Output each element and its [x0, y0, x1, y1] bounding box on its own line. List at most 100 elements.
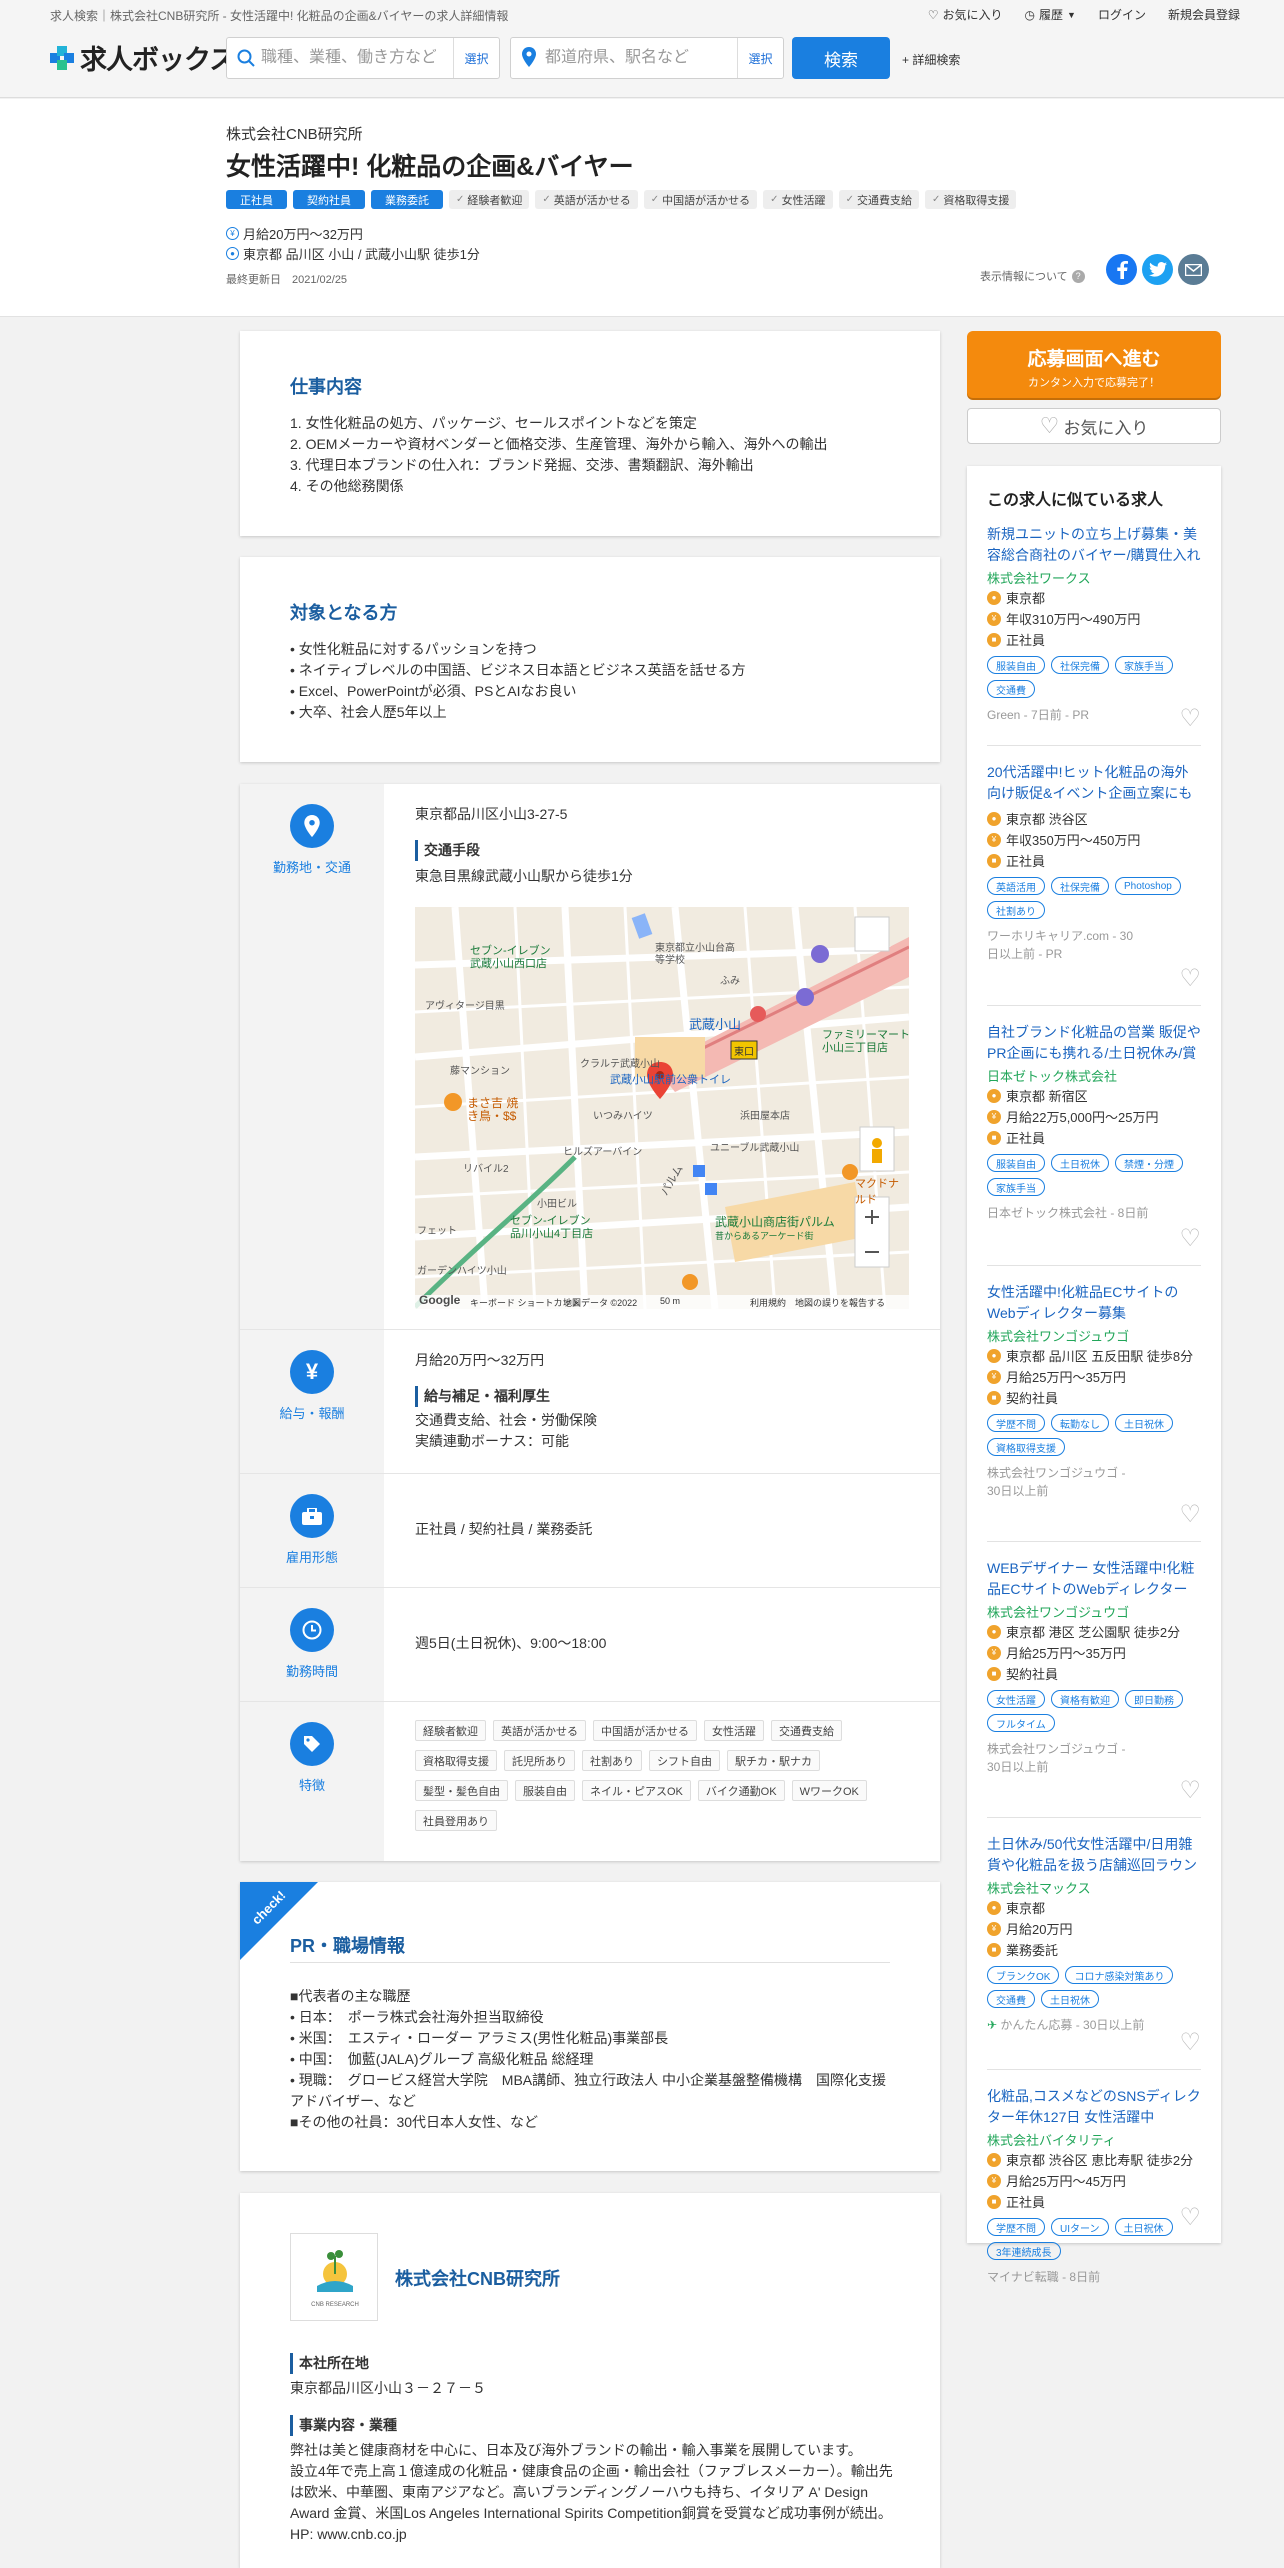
location-pin-icon	[290, 804, 334, 848]
similar-job-card[interactable]: 新規ユニットの立ち上げ募集・美容総合商社のバイヤー/購買仕入れ担当 株式会社ワー…	[987, 524, 1201, 746]
similar-job-title[interactable]: 20代活躍中!ヒット化粧品の海外向け販促&イベント企画立案にも携われる	[987, 762, 1201, 804]
job-tag: 禁煙・分煙	[1115, 1154, 1183, 1172]
job-info-table: 勤務地・交通 東京都品川区小山3-27-5 交通手段 東急目黒線武蔵小山駅から徒…	[240, 784, 940, 1861]
info-row-features: 特徴 経験者歓迎 英語が活かせる 中国語が活かせる 女性活躍 交通費支給 資格取…	[240, 1702, 940, 1861]
company-name[interactable]: 株式会社CNB研究所	[226, 123, 363, 144]
keyword-input[interactable]	[261, 47, 436, 69]
info-subheading: 事業内容・業種	[290, 2415, 397, 2436]
job-tag: 3年連続成長	[987, 2242, 1061, 2260]
similar-job-card[interactable]: 20代活躍中!ヒット化粧品の海外向け販促&イベント企画立案にも携われる ●東京都…	[987, 762, 1201, 1006]
google-map[interactable]: セブン-イレブン 武蔵小山西口店 東京都立小山台高等学校 ふみ 武蔵小山 東口 …	[415, 907, 909, 1309]
heart-icon[interactable]: ♡	[1179, 1776, 1201, 1805]
similar-jobs-heading: この求人に似ている求人	[987, 492, 1164, 509]
similar-job-title[interactable]: 新規ユニットの立ち上げ募集・美容総合商社のバイヤー/購買仕入れ担当	[987, 524, 1201, 566]
job-tag: フルタイム	[987, 1714, 1055, 1732]
similar-job-card[interactable]: 自社ブランド化粧品の営業 販促やPR企画にも携れる/土日祝休み/賞与年2回 日本…	[987, 1022, 1201, 1266]
map-label: セブン-イレブン 品川小山4丁目店	[510, 1215, 594, 1240]
similar-job-title[interactable]: 土日休み/50代女性活躍中/日用雑貨や化粧品を扱う店舗巡回ラウンダー	[987, 1834, 1201, 1876]
mail-icon[interactable]	[1178, 254, 1209, 285]
similar-job-source: 日本ゼトック株式会社 - 8日前	[987, 1206, 1149, 1220]
similar-jobs-panel: この求人に似ている求人 新規ユニットの立ち上げ募集・美容総合商社のバイヤー/購買…	[967, 466, 1221, 2284]
similar-job-card[interactable]: WEBデザイナー 女性活躍中!化粧品ECサイトのWebディレクター募集 株式会社…	[987, 1558, 1201, 1818]
similar-job-company: 株式会社ワンゴジュウゴ	[987, 1329, 1130, 1344]
employment-tag: 業務委託	[371, 190, 443, 209]
company-logo: CNB RESEARCH	[290, 2233, 378, 2321]
nav-login[interactable]: ログイン	[1098, 6, 1146, 23]
heart-icon[interactable]: ♡	[1179, 2028, 1201, 2057]
map-label: アヴィタージ目黒	[425, 1001, 505, 1012]
twitter-icon[interactable]	[1142, 254, 1173, 285]
map-label: 浜田屋本店	[740, 1111, 790, 1122]
similar-job-title[interactable]: 自社ブランド化粧品の営業 販促やPR企画にも携れる/土日祝休み/賞与年2回	[987, 1022, 1201, 1064]
company-name-link[interactable]: 株式会社CNB研究所	[395, 2265, 560, 2291]
job-title: 女性活躍中! 化粧品の企画&バイヤー	[226, 153, 634, 181]
map-terms-link[interactable]: 利用規約	[750, 1296, 786, 1309]
heart-icon[interactable]: ♡	[1179, 964, 1201, 993]
map-report-link[interactable]: 地図の誤りを報告する	[795, 1296, 885, 1309]
feature-tag: 資格取得支援	[924, 190, 1017, 209]
location-pin-icon	[522, 47, 536, 67]
location-input[interactable]	[545, 47, 720, 69]
nav-register[interactable]: 新規会員登録	[1168, 6, 1240, 23]
heart-icon[interactable]: ♡	[1179, 704, 1201, 733]
info-transport: 東急目黒線武蔵小山駅から徒歩1分	[415, 868, 633, 884]
map-label: いつみハイツ	[593, 1111, 653, 1122]
job-tag: 学歴不問	[987, 2218, 1045, 2236]
similar-job-card[interactable]: 女性活躍中!化粧品ECサイトのWebディレクター募集 株式会社ワンゴジュウゴ ●…	[987, 1282, 1201, 1542]
feature-tag: 経験者歓迎	[449, 190, 530, 209]
help-icon: ?	[1071, 269, 1085, 283]
info-salary: 月給20万円～32万円	[415, 1352, 545, 1368]
info-row-salary: ¥ 給与・報酬 月給20万円～32万円 給与補足・福利厚生 交通費支給、社会・労…	[240, 1330, 940, 1474]
search-button[interactable]: 検索	[792, 37, 890, 79]
map-label: ガーデンハイツ小山	[417, 1266, 507, 1277]
map-label: 藤マンション	[450, 1066, 510, 1077]
similar-job-card[interactable]: 化粧品,コスメなどのSNSディレクター年休127日 女性活躍中 株式会社バイタリ…	[987, 2086, 1201, 2284]
info-row-location: 勤務地・交通 東京都品川区小山3-27-5 交通手段 東急目黒線武蔵小山駅から徒…	[240, 784, 940, 1330]
job-tag: 資格取得支援	[987, 1438, 1065, 1456]
job-tag: 社保完備	[1051, 877, 1109, 895]
map-label: まさ吉 焼き鳥・$$	[467, 1096, 519, 1123]
location-pin-icon: ●	[987, 590, 1001, 605]
map-label: リバイル2	[463, 1164, 509, 1175]
keyword-select-button[interactable]: 選択	[453, 38, 499, 78]
site-header: 求人検索｜株式会社CNB研究所 - 女性活躍中! 化粧品の企画&バイヤーの求人詳…	[0, 0, 1284, 98]
logo-text: 求人ボックス	[80, 45, 236, 75]
location-search-box: 選択	[510, 37, 784, 79]
similar-job-company: 株式会社ワークス	[987, 571, 1091, 586]
heart-icon[interactable]: ♡	[1179, 1224, 1201, 1253]
nav-history[interactable]: ◷ 履歴 ▼	[1025, 6, 1076, 23]
advanced-search-link[interactable]: + 詳細検索	[902, 51, 960, 68]
similar-job-company: 株式会社バイタリティ	[987, 2133, 1116, 2148]
map-label: セブン-イレブン 武蔵小山西口店	[470, 945, 551, 970]
job-tag: Photoshop	[1115, 877, 1181, 895]
similar-job-card[interactable]: 土日休み/50代女性活躍中/日用雑貨や化粧品を扱う店舗巡回ラウンダー 株式会社マ…	[987, 1834, 1201, 2070]
heart-icon[interactable]: ♡	[1179, 2203, 1201, 2232]
map-label: 昔からあるアーケード街	[715, 1231, 814, 1241]
nav-favorite[interactable]: ♡ お気に入り	[928, 6, 1003, 23]
similar-job-source: 株式会社ワンゴジュウゴ - 30日以上前	[987, 1742, 1126, 1774]
facebook-icon[interactable]	[1106, 254, 1137, 285]
job-tag: 即日勤務	[1125, 1690, 1183, 1708]
site-logo[interactable]: 求人ボックス	[50, 38, 236, 77]
similar-job-title[interactable]: 女性活躍中!化粧品ECサイトのWebディレクター募集	[987, 1282, 1201, 1324]
location-pin-icon: ●	[987, 2152, 1001, 2167]
last-updated: 最終更新日 2021/02/25	[226, 274, 348, 286]
similar-job-source: 株式会社ワンゴジュウゴ - 30日以上前	[987, 1466, 1126, 1498]
similar-job-title[interactable]: 化粧品,コスメなどのSNSディレクター年休127日 女性活躍中	[987, 2086, 1201, 2128]
chevron-down-icon: ▼	[1067, 9, 1076, 20]
feature-tag: WワークOK	[791, 1780, 867, 1801]
apply-button[interactable]: 応募画面へ進む カンタン入力で応募完了！	[967, 331, 1221, 398]
similar-job-title[interactable]: WEBデザイナー 女性活躍中!化粧品ECサイトのWebディレクター募集	[987, 1558, 1201, 1600]
job-header: 株式会社CNB研究所 女性活躍中! 化粧品の企画&バイヤー 正社員 契約社員 業…	[0, 99, 1284, 317]
favorite-button[interactable]: ♡ お気に入り	[967, 408, 1221, 444]
location-select-button[interactable]: 選択	[737, 38, 783, 78]
job-tag: 交通費	[987, 1990, 1035, 2008]
similar-job-source: マイナビ転職 - 8日前	[987, 2270, 1101, 2284]
feature-tag: 社員登用あり	[415, 1810, 497, 1831]
heart-icon[interactable]: ♡	[1179, 1500, 1201, 1529]
feature-tag: 交通費支給	[771, 1720, 842, 1741]
display-info-link[interactable]: 表示情報について?	[980, 268, 1085, 284]
briefcase-icon: ■	[987, 1130, 1001, 1145]
info-label: 勤務地・交通	[272, 860, 351, 875]
info-hours: 週5日(土日祝休)、9:00～18:00	[415, 1635, 607, 1651]
